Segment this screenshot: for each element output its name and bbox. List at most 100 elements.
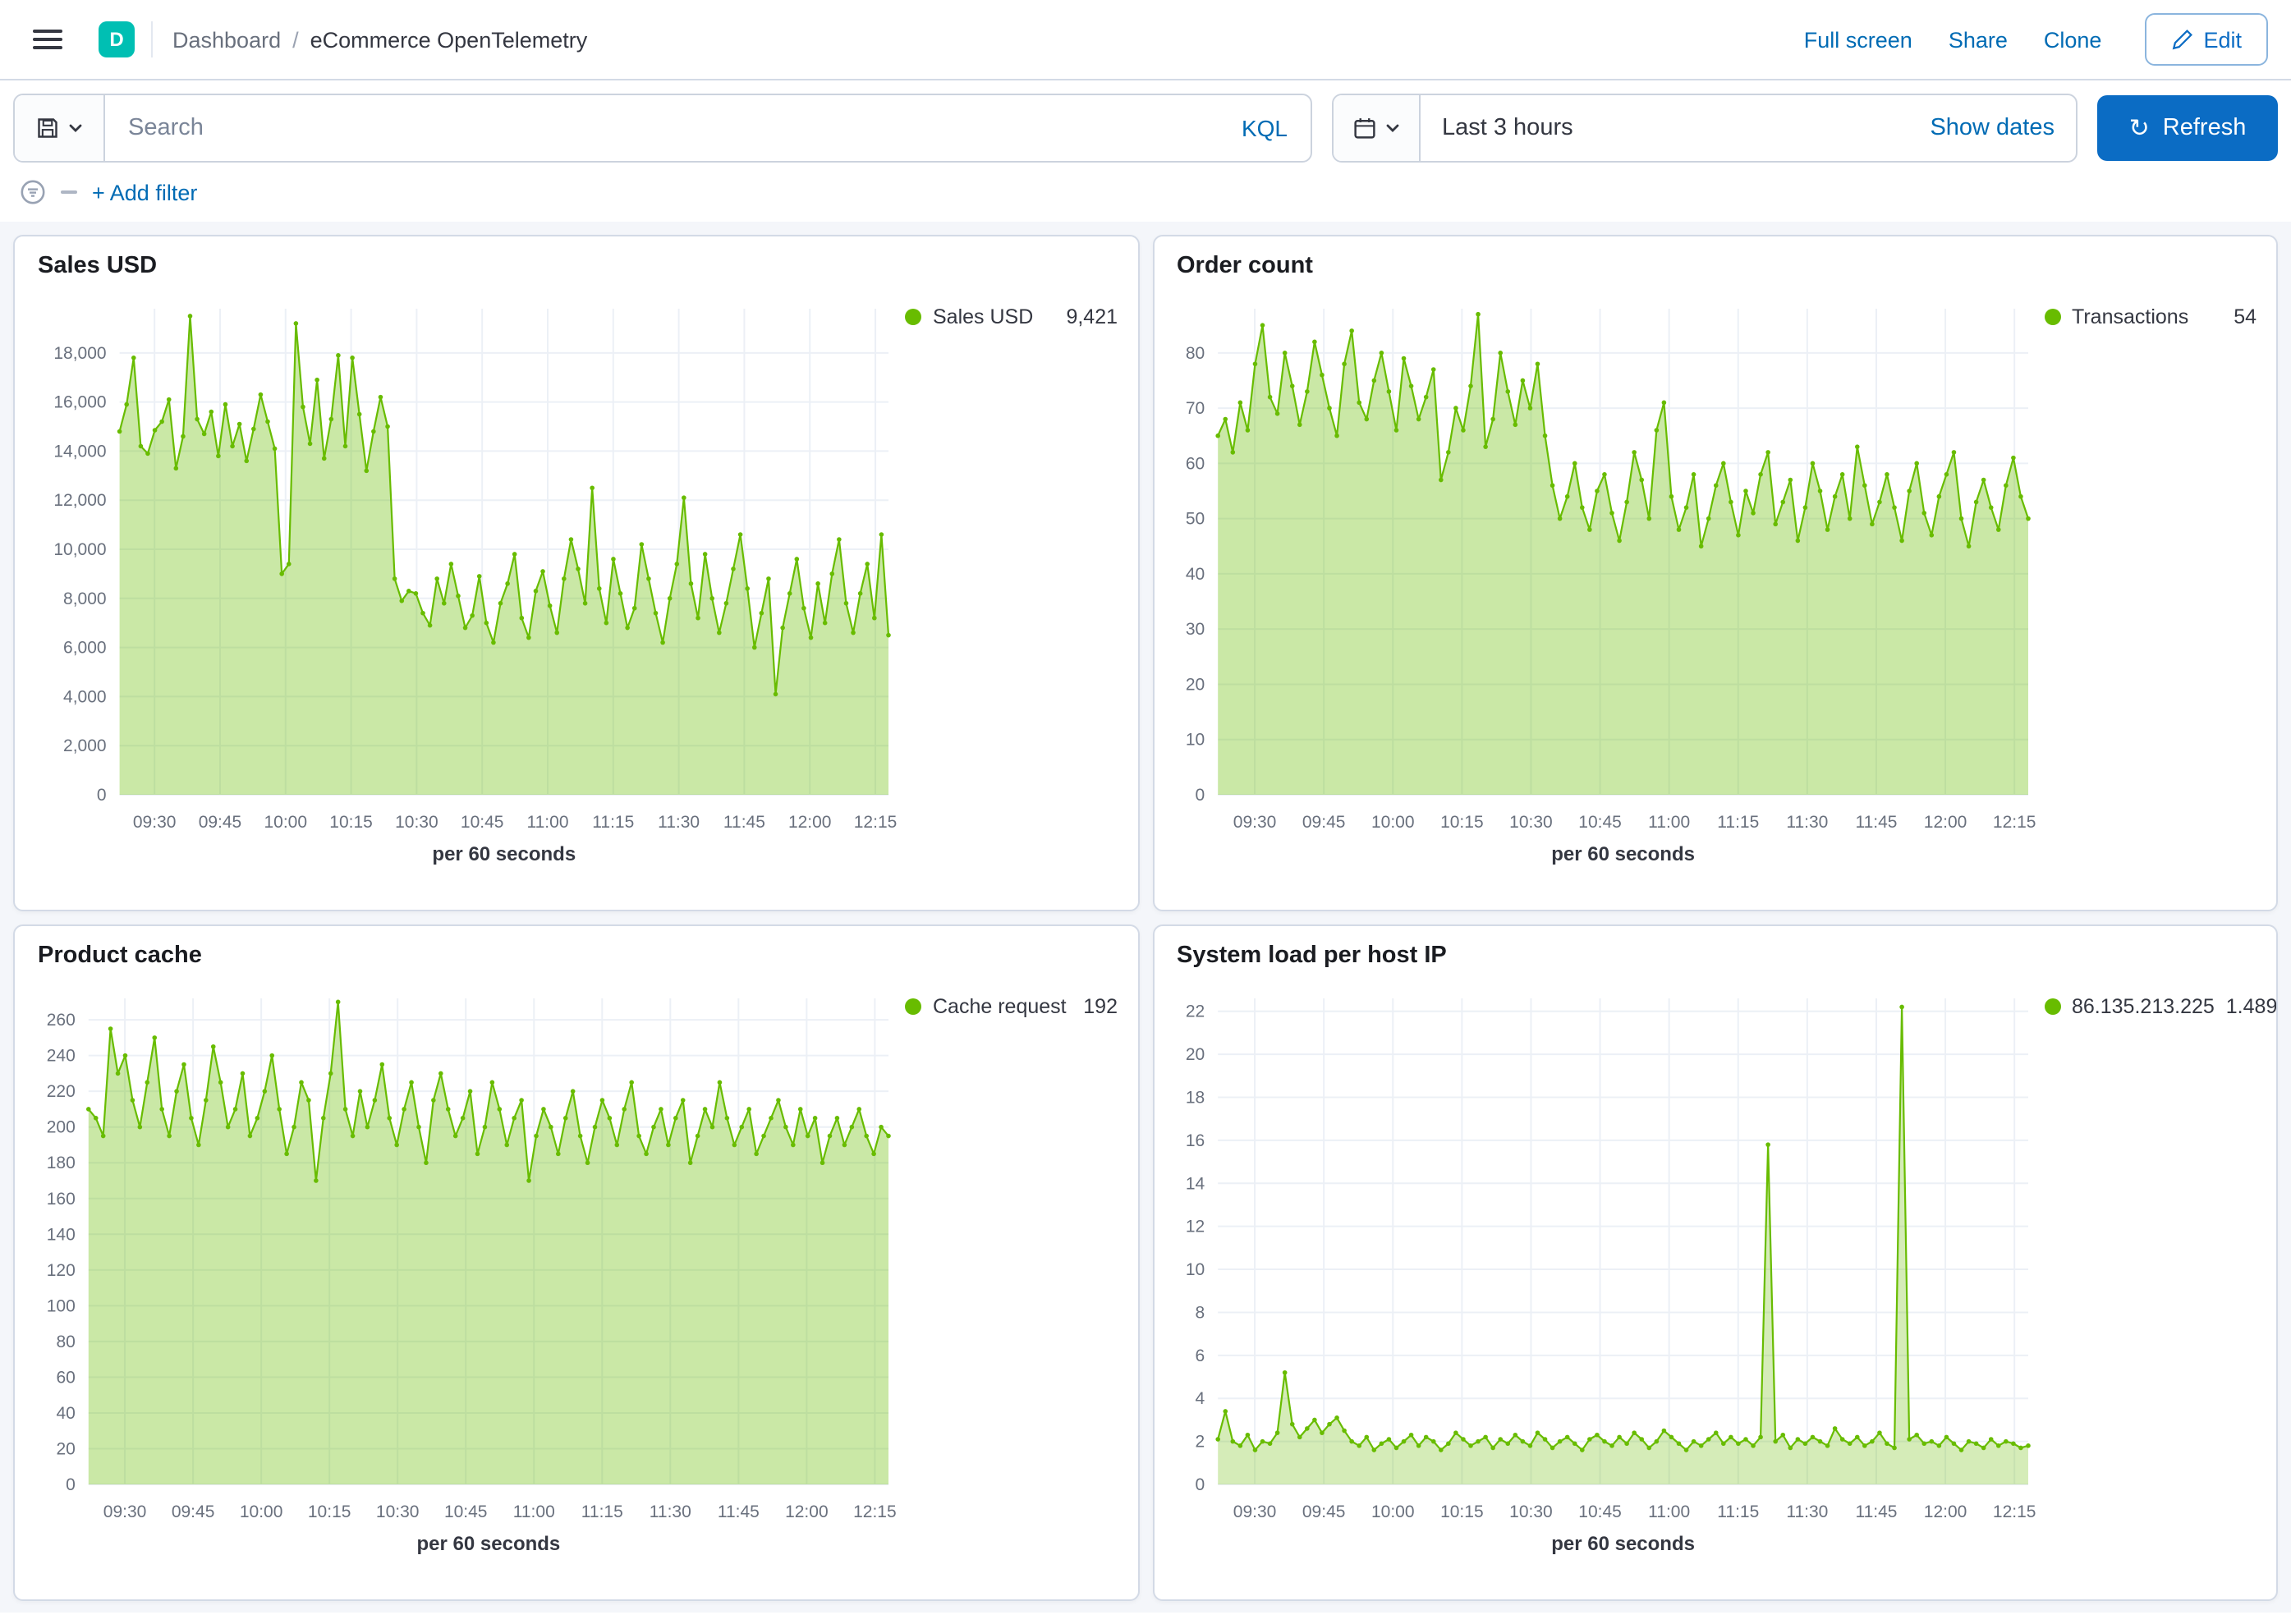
svg-text:180: 180 — [47, 1154, 76, 1172]
panel-title[interactable]: Product cache — [34, 939, 1118, 975]
svg-text:12:15: 12:15 — [853, 1502, 897, 1521]
edit-button-label: Edit — [2203, 27, 2242, 52]
menu-button[interactable] — [23, 15, 72, 64]
save-icon — [37, 118, 57, 138]
show-dates-link[interactable]: Show dates — [1930, 115, 2076, 141]
legend-value: 54 — [2234, 305, 2257, 328]
time-range-value[interactable]: Last 3 hours — [1421, 115, 1930, 141]
legend-item[interactable]: 86.135.213.225 1.489 — [2044, 995, 2276, 1018]
svg-text:220: 220 — [47, 1082, 76, 1101]
svg-text:09:30: 09:30 — [1233, 813, 1276, 832]
svg-text:11:00: 11:00 — [513, 1502, 555, 1521]
svg-text:20: 20 — [56, 1439, 75, 1458]
saved-query-button[interactable] — [15, 95, 105, 161]
svg-text:100: 100 — [47, 1296, 76, 1315]
svg-text:2,000: 2,000 — [63, 736, 107, 755]
add-filter-link[interactable]: + Add filter — [92, 180, 197, 204]
svg-text:11:15: 11:15 — [1716, 1502, 1758, 1521]
svg-text:10:00: 10:00 — [240, 1502, 283, 1521]
svg-text:80: 80 — [56, 1333, 75, 1351]
svg-text:12:00: 12:00 — [1923, 1502, 1967, 1521]
svg-text:09:30: 09:30 — [133, 813, 177, 832]
svg-text:per 60 seconds: per 60 seconds — [1550, 843, 1694, 865]
panel-title[interactable]: Order count — [1173, 250, 2257, 286]
svg-text:10:30: 10:30 — [1508, 813, 1552, 832]
svg-text:10:00: 10:00 — [264, 813, 307, 832]
svg-text:12:15: 12:15 — [854, 813, 898, 832]
panel-title[interactable]: System load per host IP — [1173, 939, 2257, 975]
svg-text:140: 140 — [47, 1225, 76, 1244]
svg-text:30: 30 — [1185, 620, 1204, 639]
system-load-area-chart[interactable]: 0 2 4 6 8 10 12 14 16 18 20 22 09:30 09:45 10:00 10:15 1… — [1173, 975, 2044, 1563]
search-input[interactable] — [105, 95, 1219, 161]
svg-text:11:45: 11:45 — [723, 813, 765, 832]
svg-text:50: 50 — [1185, 510, 1204, 529]
svg-text:11:00: 11:00 — [1647, 1502, 1689, 1521]
refresh-button[interactable]: ↻ Refresh — [2097, 95, 2278, 161]
svg-text:10:15: 10:15 — [1439, 1502, 1483, 1521]
svg-text:16: 16 — [1185, 1131, 1204, 1150]
svg-text:10:30: 10:30 — [395, 813, 438, 832]
legend-item[interactable]: Sales USD 9,421 — [905, 305, 1118, 328]
svg-text:6: 6 — [1195, 1346, 1205, 1365]
svg-text:11:30: 11:30 — [658, 813, 700, 832]
breadcrumb-dashboard[interactable]: Dashboard — [172, 27, 281, 52]
legend-series-dot — [2044, 998, 2060, 1015]
svg-text:per 60 seconds: per 60 seconds — [432, 843, 576, 865]
legend-label: 86.135.213.225 — [2072, 995, 2215, 1018]
page-title: eCommerce OpenTelemetry — [310, 27, 588, 52]
svg-text:20: 20 — [1185, 675, 1204, 694]
svg-text:11:15: 11:15 — [1716, 813, 1758, 832]
svg-text:11:30: 11:30 — [1785, 1502, 1827, 1521]
refresh-icon: ↻ — [2128, 114, 2150, 142]
svg-text:10:15: 10:15 — [308, 1502, 351, 1521]
order-count-area-chart[interactable]: 0 10 20 30 40 50 60 70 80 09:30 09:45 10:00 10:15 10:… — [1173, 286, 2044, 874]
svg-text:14,000: 14,000 — [53, 442, 106, 461]
svg-text:10:30: 10:30 — [1508, 1502, 1552, 1521]
legend-series-dot — [2044, 309, 2060, 325]
sales-usd-area-chart[interactable]: 0 2,000 4,000 6,000 8,000 10,000 12,000 14,000 1… — [34, 286, 905, 874]
svg-text:0: 0 — [97, 786, 107, 805]
legend-item[interactable]: Transactions 54 — [2044, 305, 2257, 328]
filter-icon[interactable] — [20, 179, 46, 205]
svg-text:8,000: 8,000 — [63, 590, 107, 608]
space-avatar[interactable]: D — [99, 21, 135, 57]
svg-text:10:45: 10:45 — [1577, 1502, 1621, 1521]
svg-text:09:30: 09:30 — [103, 1502, 147, 1521]
legend-item[interactable]: Cache request 192 — [905, 995, 1118, 1018]
chart-legend: Sales USD 9,421 — [905, 286, 1118, 328]
clone-link[interactable]: Clone — [2044, 27, 2102, 52]
chart-legend: 86.135.213.225 1.489 — [2044, 975, 2276, 1018]
refresh-button-label: Refresh — [2162, 115, 2247, 141]
svg-text:11:15: 11:15 — [581, 1502, 623, 1521]
svg-text:10: 10 — [1185, 731, 1204, 750]
svg-text:10:30: 10:30 — [376, 1502, 420, 1521]
svg-text:20: 20 — [1185, 1045, 1204, 1064]
svg-text:11:45: 11:45 — [718, 1502, 760, 1521]
svg-text:09:45: 09:45 — [1302, 1502, 1345, 1521]
quick-select-button[interactable] — [1334, 95, 1421, 161]
svg-text:12:00: 12:00 — [1923, 813, 1967, 832]
svg-text:12:00: 12:00 — [788, 813, 832, 832]
svg-text:per 60 seconds: per 60 seconds — [417, 1533, 561, 1555]
search-control: KQL — [13, 94, 1312, 163]
chart-legend: Cache request 192 — [905, 975, 1118, 1018]
svg-text:16,000: 16,000 — [53, 393, 106, 412]
kql-selector[interactable]: KQL — [1219, 115, 1311, 141]
share-link[interactable]: Share — [1949, 27, 2008, 52]
svg-text:11:30: 11:30 — [650, 1502, 691, 1521]
edit-button[interactable]: Edit — [2144, 13, 2268, 66]
svg-text:60: 60 — [1185, 454, 1204, 473]
legend-value: 1.489 — [2225, 995, 2278, 1018]
legend-label: Sales USD — [933, 305, 1034, 328]
legend-series-dot — [905, 998, 921, 1015]
panel-order-count: Order count 0 10 20 30 40 50 60 70 80 09:30 09:45 1… — [1152, 235, 2278, 911]
pencil-icon — [2172, 29, 2192, 49]
svg-text:14: 14 — [1185, 1174, 1205, 1193]
full-screen-link[interactable]: Full screen — [1804, 27, 1912, 52]
svg-text:120: 120 — [47, 1261, 76, 1280]
filter-separator — [61, 190, 77, 194]
legend-label: Transactions — [2072, 305, 2189, 328]
product-cache-area-chart[interactable]: 0 20 40 60 80 100 120 140 160 180 200 220 240 260 09:3… — [34, 975, 905, 1563]
panel-title[interactable]: Sales USD — [34, 250, 1118, 286]
